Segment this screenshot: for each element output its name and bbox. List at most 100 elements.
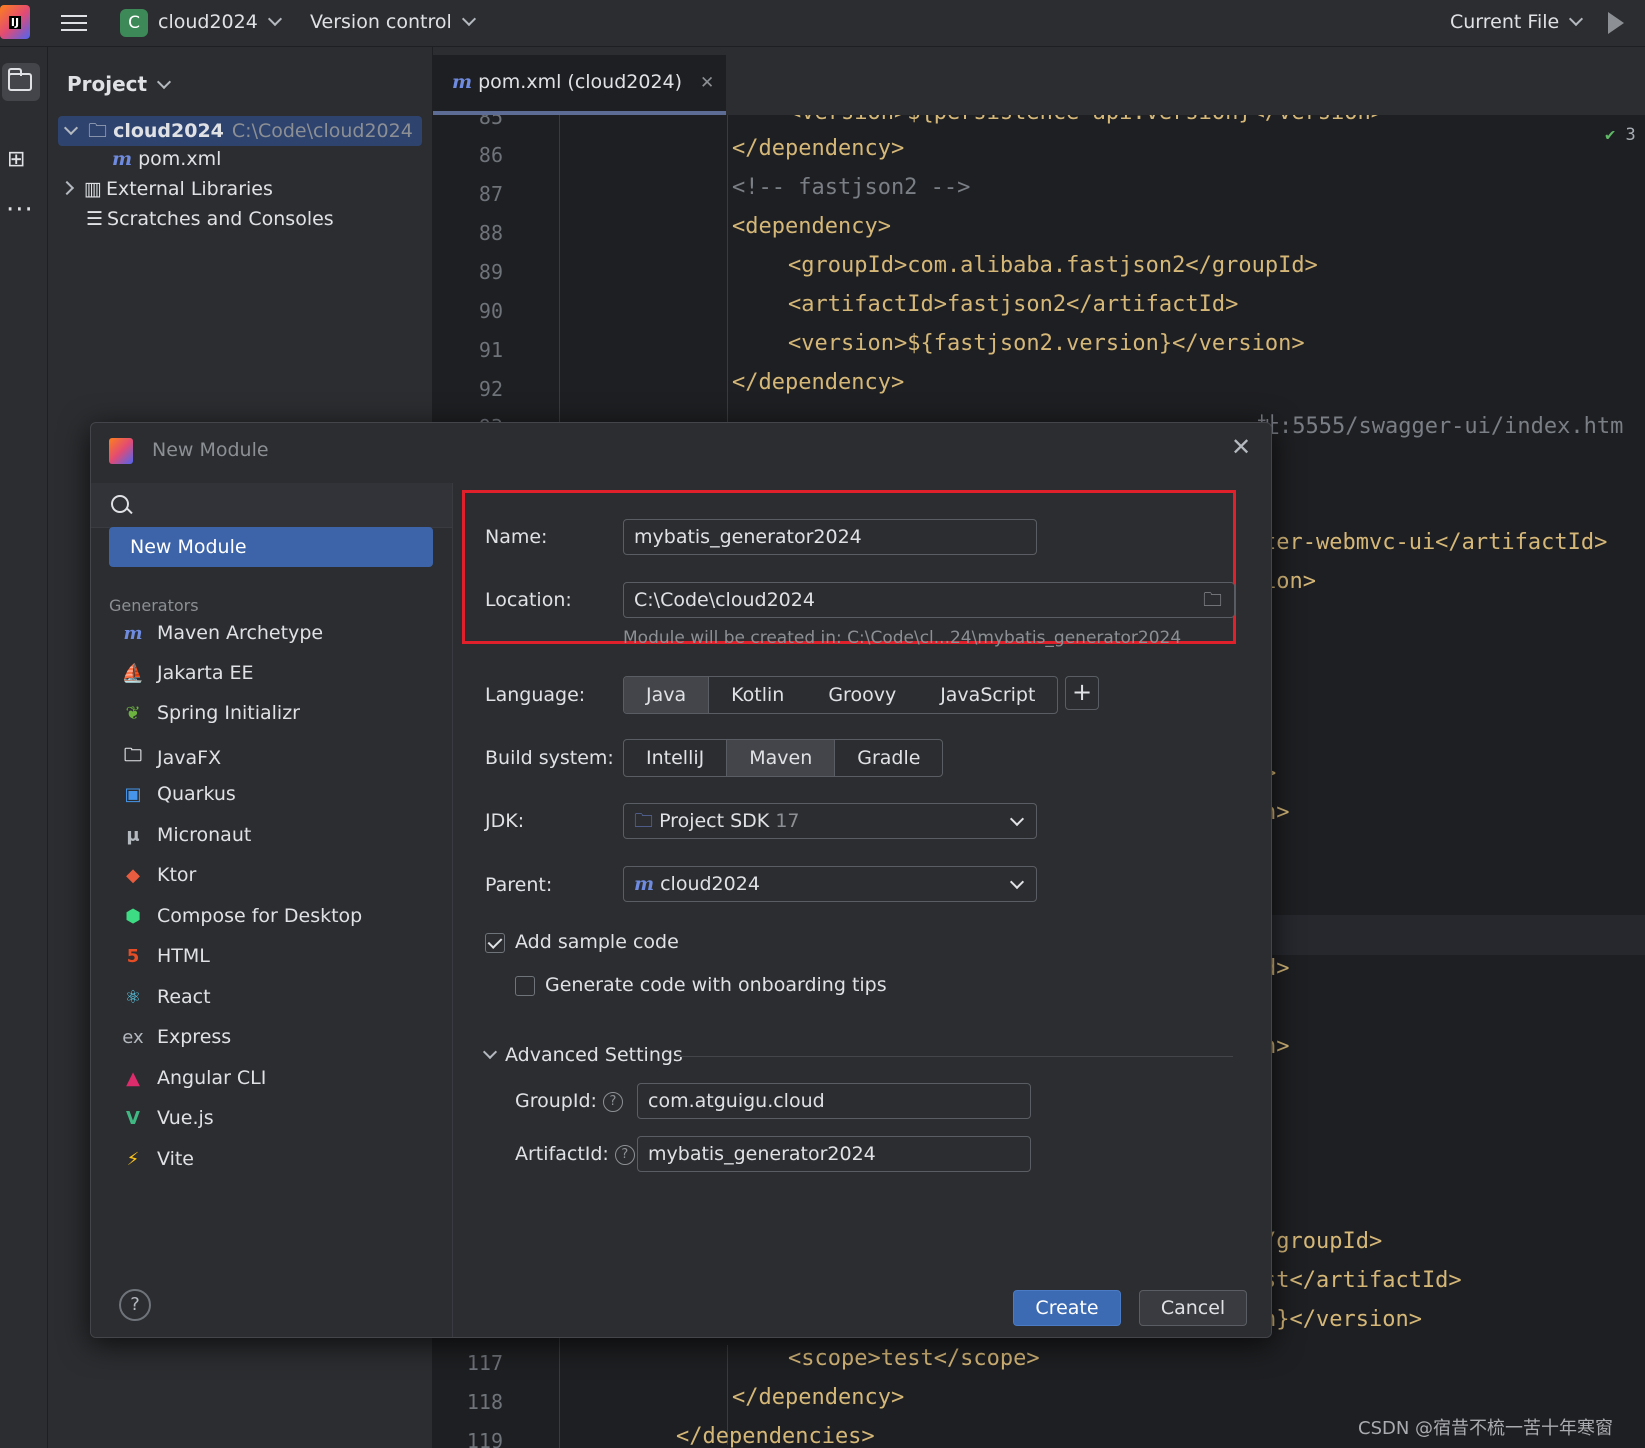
run-icon[interactable] (1608, 12, 1624, 34)
location-input[interactable]: C:\Code\cloud2024 🗀 (623, 582, 1235, 618)
structure-tool-button[interactable]: ⊞ (2, 139, 40, 177)
tree-item-pom-xml[interactable]: m pom.xml (112, 148, 221, 170)
advanced-divider (677, 1056, 1233, 1057)
code-line: <artifactId>fastjson2</artifactId> (788, 292, 1239, 317)
express-icon: ex (122, 1026, 144, 1048)
angular-icon: ▲ (126, 1067, 140, 1089)
vcs-menu[interactable]: Version control (310, 11, 476, 33)
tree-item-cloud2024[interactable]: 🗀 cloud2024 C:\Code\cloud2024 (58, 116, 422, 146)
editor-tab-bar: m pom.xml (cloud2024) ✕ (433, 47, 1645, 115)
tree-item-external-libraries[interactable]: ▥ External Libraries (59, 178, 273, 200)
micronaut-icon: μ (126, 824, 140, 846)
location-label: Location: (485, 589, 572, 611)
name-input[interactable]: mybatis_generator2024 (623, 519, 1037, 555)
compose-icon: ⬢ (125, 905, 141, 927)
maven-icon: m (112, 148, 133, 170)
add-sample-code-checkbox[interactable] (485, 933, 505, 953)
sdk-folder-icon: 🗀 (634, 810, 654, 832)
code-line: <scope>test</scope> (788, 1346, 1040, 1371)
quarkus-icon: ▣ (124, 783, 142, 805)
project-panel-title[interactable]: Project (67, 72, 172, 96)
help-button[interactable]: ? (119, 1289, 151, 1321)
code-line: </dependency> (732, 1385, 905, 1410)
chevron-down-icon (482, 1044, 498, 1060)
inspection-widget[interactable]: ✔ 3 (1605, 125, 1636, 145)
project-badge[interactable]: C (120, 9, 148, 37)
build-maven[interactable]: Maven (726, 740, 836, 776)
artifactid-input[interactable]: mybatis_generator2024 (637, 1136, 1031, 1172)
generator-search-input[interactable] (91, 483, 452, 528)
watermark: CSDN @宿昔不梳一苦十年寒窗 (1358, 1418, 1614, 1439)
chevron-down-icon (1569, 11, 1584, 27)
generator-micronaut[interactable]: μ Micronaut (121, 824, 251, 846)
line-number: 91 (478, 338, 503, 362)
module-form: Name: mybatis_generator2024 Location: C:… (453, 483, 1271, 1337)
project-tool-button[interactable] (2, 63, 40, 101)
generator-html[interactable]: 5 HTML (121, 945, 210, 967)
cancel-button[interactable]: Cancel (1139, 1290, 1247, 1326)
more-tools-button[interactable]: ··· (2, 195, 40, 233)
language-kotlin[interactable]: Kotlin (709, 677, 806, 713)
project-switcher[interactable]: cloud2024 (158, 11, 282, 33)
jdk-dropdown[interactable]: 🗀 Project SDK 17 (623, 803, 1037, 839)
language-groovy[interactable]: Groovy (806, 677, 918, 713)
vite-icon: ⚡ (126, 1148, 140, 1170)
add-sample-code-label: Add sample code (515, 931, 679, 953)
run-config-selector[interactable]: Current File (1450, 11, 1584, 33)
sidebar-item-new-module[interactable]: New Module (109, 527, 433, 567)
generator-ktor[interactable]: ◆ Ktor (121, 864, 196, 886)
help-icon[interactable]: ? (602, 1092, 623, 1112)
maven-icon: m (123, 622, 143, 644)
close-icon[interactable]: ✕ (700, 73, 714, 93)
code-comment: 址:5555/swagger-ui/index.htm (1257, 414, 1624, 439)
maven-icon: m (634, 873, 655, 895)
code-line: </dependencies> (676, 1424, 875, 1448)
browse-folder-icon[interactable]: 🗀 (1203, 583, 1222, 617)
parent-dropdown[interactable]: m cloud2024 (623, 866, 1037, 902)
add-language-button[interactable]: + (1065, 676, 1099, 710)
language-java[interactable]: Java (624, 677, 710, 713)
advanced-settings-toggle[interactable]: Advanced Settings (482, 1044, 683, 1066)
code-line: n}</version> (1263, 1307, 1422, 1332)
tab-pom-xml[interactable]: m pom.xml (cloud2024) ✕ (433, 55, 726, 115)
jakarta-ee-icon: ⛵ (121, 662, 145, 684)
generator-spring-initializr[interactable]: ❦ Spring Initializr (121, 702, 300, 724)
generator-angular-cli[interactable]: ▲ Angular CLI (121, 1067, 266, 1089)
chevron-down-icon (267, 11, 282, 27)
build-gradle[interactable]: Gradle (835, 740, 942, 776)
tree-item-label: pom.xml (138, 148, 222, 170)
generator-jakarta-ee[interactable]: ⛵ Jakarta EE (121, 662, 254, 684)
create-button[interactable]: Create (1013, 1290, 1121, 1326)
line-number: 118 (466, 1390, 503, 1414)
generator-vuejs[interactable]: V Vue.js (121, 1107, 214, 1129)
search-icon (111, 495, 129, 513)
generator-compose-desktop[interactable]: ⬢ Compose for Desktop (121, 905, 362, 927)
ktor-icon: ◆ (126, 864, 140, 886)
main-menu-icon[interactable] (61, 10, 87, 34)
project-name: cloud2024 (158, 11, 258, 33)
generator-javafx[interactable]: 🗀 JavaFX (121, 743, 221, 773)
generator-express[interactable]: ex Express (121, 1026, 231, 1048)
language-label: Language: (485, 684, 586, 706)
build-intellij[interactable]: IntelliJ (624, 740, 726, 776)
intellij-logo-icon[interactable]: IJ (0, 5, 30, 39)
code-line: <version>${fastjson2.version}</version> (788, 331, 1305, 356)
onboarding-tips-checkbox[interactable] (515, 976, 535, 996)
groupid-input[interactable]: com.atguigu.cloud (637, 1083, 1031, 1119)
tree-item-label: External Libraries (105, 178, 273, 200)
tree-item-scratches[interactable]: ☰ Scratches and Consoles (86, 208, 334, 230)
generator-react[interactable]: ⚛ React (121, 986, 211, 1008)
generator-quarkus[interactable]: ▣ Quarkus (121, 783, 235, 805)
generator-vite[interactable]: ⚡ Vite (121, 1148, 194, 1170)
module-folder-icon: 🗀 (88, 120, 108, 142)
close-icon[interactable]: ✕ (1231, 433, 1251, 461)
help-icon[interactable]: ? (614, 1145, 635, 1165)
generator-maven-archetype[interactable]: m Maven Archetype (121, 622, 323, 644)
artifactid-label: ArtifactId:? (515, 1143, 635, 1167)
build-system-selector: IntelliJ Maven Gradle (623, 739, 944, 777)
line-number: 117 (466, 1351, 503, 1375)
location-hint: Module will be created in: C:\Code\cl...… (623, 628, 1182, 648)
language-javascript[interactable]: JavaScript (918, 677, 1057, 713)
jdk-label: JDK: (485, 810, 525, 832)
code-line: st</artifactId> (1263, 1268, 1462, 1293)
